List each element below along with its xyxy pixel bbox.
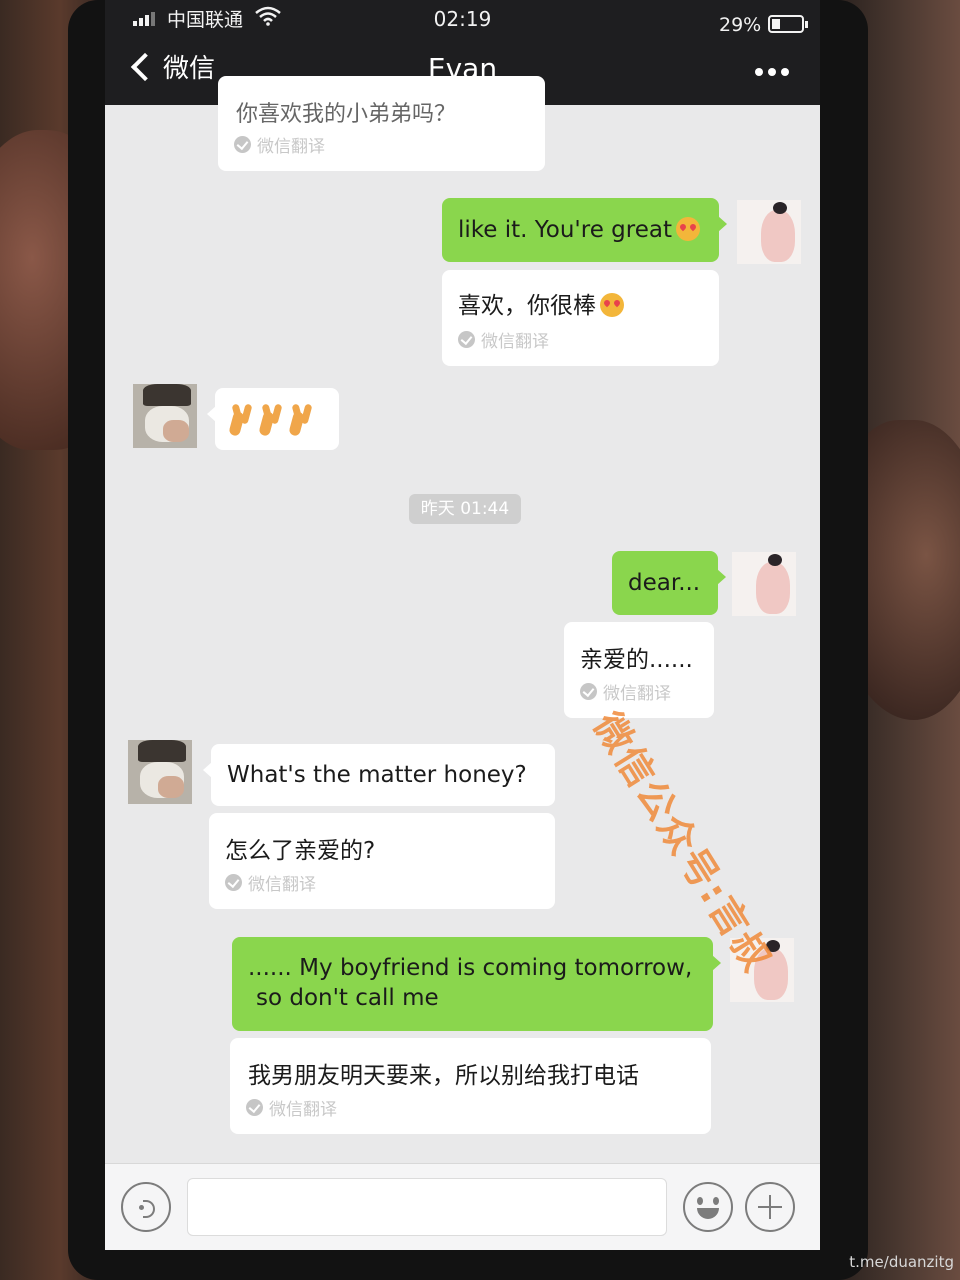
message-text: dear... (628, 570, 701, 596)
translation-text: 亲爱的...... (580, 647, 693, 673)
peace-hand-emoji (261, 404, 285, 434)
peace-hand-emoji (291, 404, 315, 434)
phone-screen: 中国联通 02:19 29% 微信 Evan 你喜欢我的小弟弟吗？ 微信翻译 l… (105, 0, 820, 1250)
message-text: 你喜欢我的小弟弟吗？ (236, 102, 457, 127)
message-text-line-2: so don't call me (256, 985, 439, 1011)
message-translation[interactable]: 喜欢，你很棒 微信翻译 (442, 270, 719, 366)
message-translation[interactable]: 我男朋友明天要来，所以别给我打电话 微信翻译 (230, 1038, 711, 1134)
avatar-self[interactable] (737, 200, 801, 264)
message-received-translation[interactable]: 你喜欢我的小弟弟吗？ 微信翻译 (218, 76, 545, 171)
translation-label: 微信翻译 (246, 1095, 337, 1120)
translation-label: 微信翻译 (234, 132, 325, 157)
message-text-line-1: ...... My boyfriend is coming tomorrow, (248, 955, 693, 981)
message-translation[interactable]: 亲爱的...... 微信翻译 (564, 622, 714, 718)
credit-text: t.me/duanzitg (849, 1253, 954, 1271)
voice-icon[interactable] (121, 1182, 171, 1232)
translation-text: 喜欢，你很棒 (458, 293, 596, 319)
timestamp: 昨天 01:44 (409, 494, 521, 524)
message-received[interactable] (207, 388, 339, 450)
translate-check-icon (246, 1099, 263, 1116)
message-translation[interactable]: 怎么了亲爱的? 微信翻译 (209, 813, 555, 909)
status-bar: 中国联通 02:19 29% (105, 0, 820, 38)
message-text: like it. You're great (458, 217, 672, 243)
heart-eyes-emoji (675, 217, 700, 241)
translation-label: 微信翻译 (458, 327, 549, 352)
emoji-icon[interactable] (683, 1182, 733, 1232)
avatar-self[interactable] (732, 552, 796, 616)
translate-check-icon (458, 331, 475, 348)
message-sent[interactable]: dear... (612, 551, 726, 615)
plus-icon[interactable] (745, 1182, 795, 1232)
message-received[interactable]: What's the matter honey? (203, 744, 555, 806)
heart-eyes-emoji (600, 293, 624, 317)
clock: 02:19 (433, 7, 492, 31)
translation-text: 怎么了亲爱的? (225, 838, 376, 864)
translate-check-icon (580, 683, 597, 700)
translation-text: 我男朋友明天要来，所以别给我打电话 (248, 1063, 639, 1089)
peace-hand-emoji (231, 404, 255, 434)
more-icon[interactable] (755, 68, 789, 76)
message-text: What's the matter honey? (227, 762, 527, 788)
translate-check-icon (225, 874, 242, 891)
translate-check-icon (234, 136, 251, 153)
message-input[interactable] (187, 1178, 667, 1236)
battery-percent: 29% (719, 14, 762, 36)
avatar-contact[interactable] (133, 384, 197, 448)
message-sent[interactable]: ...... My boyfriend is coming tomorrow, … (232, 937, 721, 1031)
battery-icon (768, 15, 808, 33)
message-sent[interactable]: like it. You're great (442, 198, 727, 262)
avatar-contact[interactable] (128, 740, 192, 804)
translation-label: 微信翻译 (225, 870, 316, 895)
translation-label: 微信翻译 (580, 679, 671, 704)
input-bar (105, 1163, 820, 1250)
